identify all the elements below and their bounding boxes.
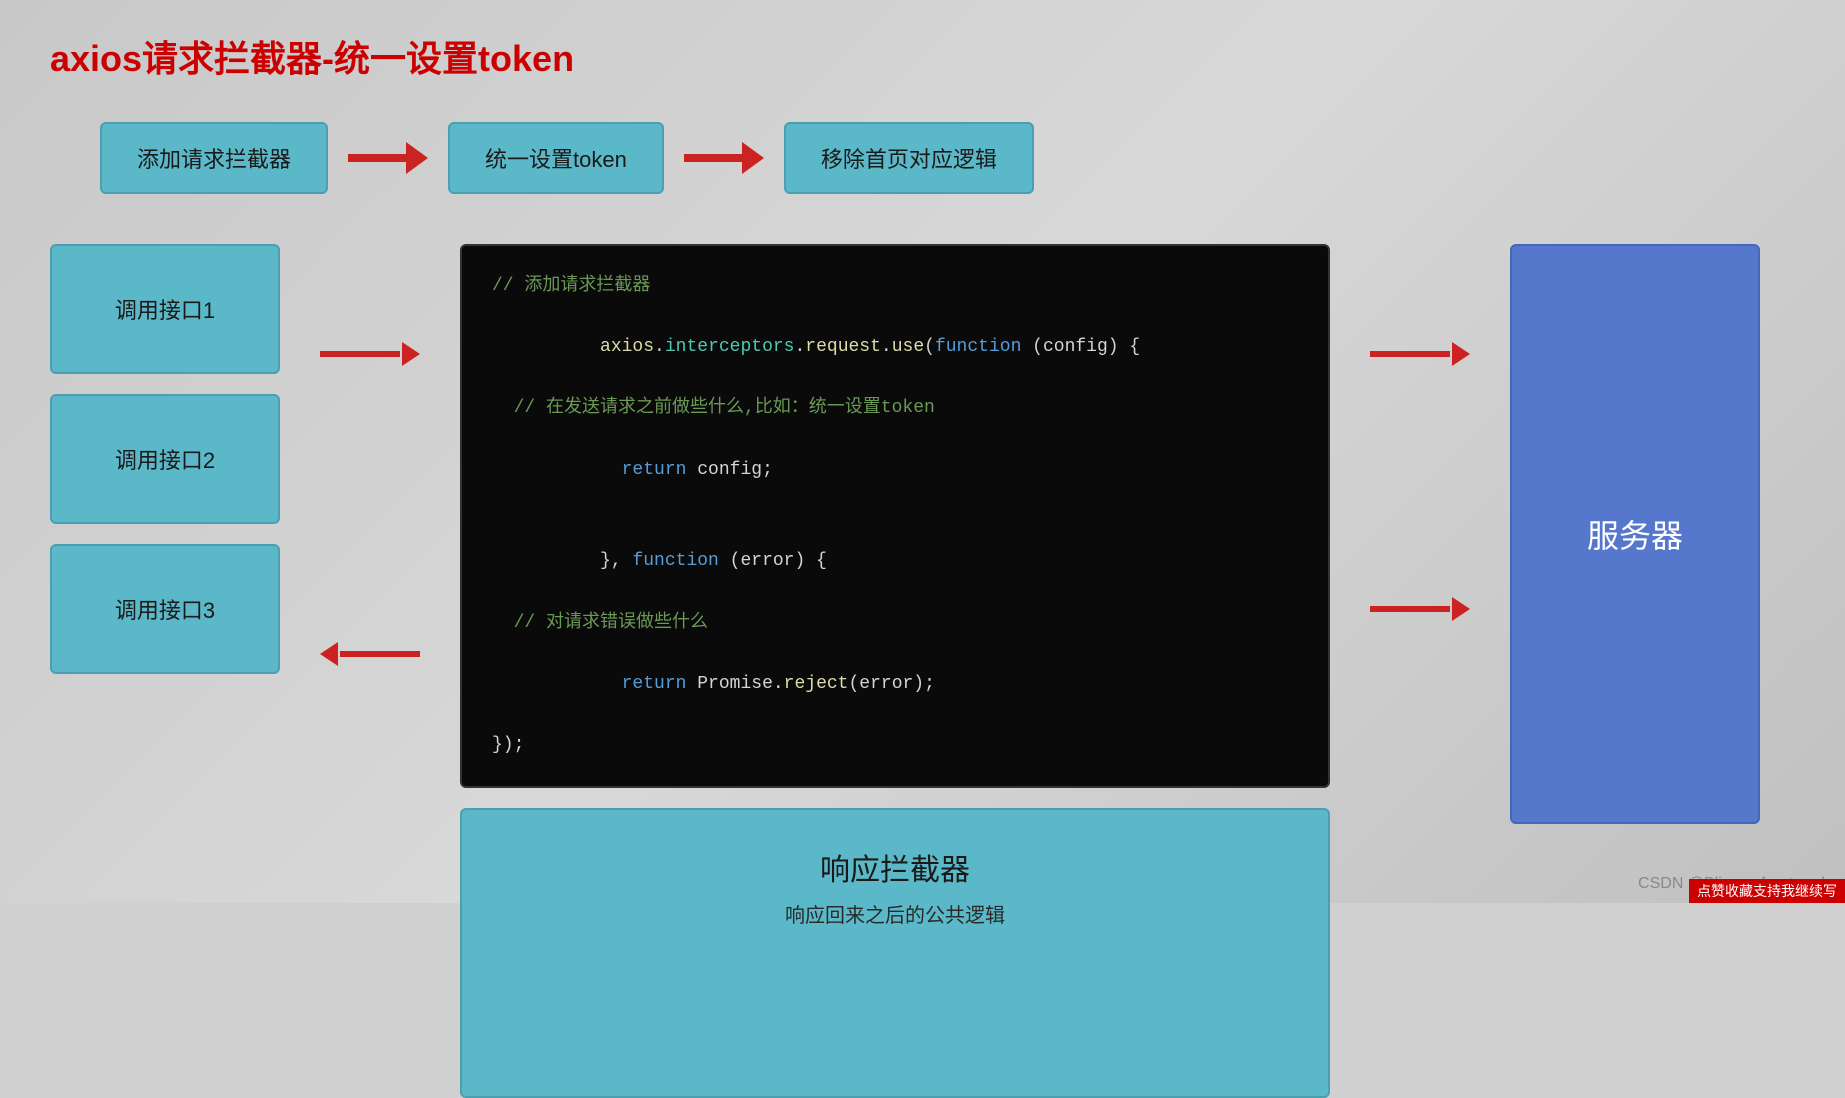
code-interceptors: interceptors <box>665 337 795 357</box>
arrow-server-to-mid <box>1370 599 1470 619</box>
code-line-4: return config; <box>492 424 1298 516</box>
left-mid-arrows <box>320 244 420 719</box>
arrow-from-server <box>1370 464 1470 754</box>
api-box-3: 调用接口3 <box>50 544 280 674</box>
code-config-val: config; <box>686 460 772 480</box>
page-title: axios请求拦截器-统一设置token <box>50 30 1795 82</box>
code-use: use <box>892 337 924 357</box>
code-paren1: ( <box>924 337 935 357</box>
code-config: (config) { <box>1021 337 1140 357</box>
code-close1: }, <box>600 551 622 571</box>
code-dot3: . <box>881 337 892 357</box>
page: axios请求拦截器-统一设置token 添加请求拦截器 统一设置token 移… <box>0 0 1845 903</box>
arrow-container-1 <box>320 289 420 419</box>
arrow-left-to-mid-1 <box>320 344 420 364</box>
code-promise: Promise. <box>686 674 783 694</box>
api-box-2: 调用接口2 <box>50 394 280 524</box>
code-function2: function <box>622 551 719 571</box>
left-column: 调用接口1 调用接口2 调用接口3 <box>50 244 280 674</box>
arrow-mid-to-left-3 <box>320 644 420 664</box>
arrow-mid-to-server <box>1370 344 1470 364</box>
arrow-right-icon-1 <box>348 138 428 178</box>
arrow-container-2 <box>320 439 420 569</box>
code-reject: reject <box>784 674 849 694</box>
flow-arrow-1 <box>348 138 428 178</box>
code-line-6: // 对请求错误做些什么 <box>492 608 1298 639</box>
code-return1: return <box>600 460 686 480</box>
code-line-3: // 在发送请求之前做些什么,比如：统一设置token <box>492 393 1298 424</box>
code-line-1: // 添加请求拦截器 <box>492 271 1298 302</box>
watermark-red: 点赞收藏支持我继续写 <box>1689 879 1845 903</box>
code-error-val: (error); <box>848 674 934 694</box>
api-box-1: 调用接口1 <box>50 244 280 374</box>
code-function1: function <box>935 337 1021 357</box>
response-title: 响应拦截器 <box>820 845 970 889</box>
code-line-8: }); <box>492 730 1298 761</box>
code-line-7: return Promise.reject(error); <box>492 638 1298 730</box>
code-line-2: axios.interceptors.request.use(function … <box>492 302 1298 394</box>
right-column: 服务器 <box>1510 244 1760 824</box>
code-block: // 添加请求拦截器 axios.interceptors.request.us… <box>460 244 1330 788</box>
middle-column: // 添加请求拦截器 axios.interceptors.request.us… <box>460 244 1330 1098</box>
code-axios: axios <box>600 337 654 357</box>
response-box: 响应拦截器 响应回来之后的公共逻辑 <box>460 808 1330 1098</box>
code-return2: return <box>600 674 686 694</box>
flow-box-2: 统一设置token <box>448 122 664 194</box>
code-error-param: (error) { <box>719 551 827 571</box>
arrow-container-3 <box>320 589 420 719</box>
flow-box-3: 移除首页对应逻辑 <box>784 122 1034 194</box>
code-dot1: . <box>654 337 665 357</box>
server-box: 服务器 <box>1510 244 1760 824</box>
code-dot2: . <box>794 337 805 357</box>
code-line-5: }, function (error) { <box>492 516 1298 608</box>
code-request: request <box>805 337 881 357</box>
flow-box-1: 添加请求拦截器 <box>100 122 328 194</box>
arrow-to-server <box>1370 244 1470 464</box>
main-content: 调用接口1 调用接口2 调用接口3 // 添加请求拦截器 axios.inter… <box>50 244 1795 1098</box>
flow-arrow-2 <box>684 138 764 178</box>
top-flow: 添加请求拦截器 统一设置token 移除首页对应逻辑 <box>100 122 1795 194</box>
arrow-right-icon-2 <box>684 138 764 178</box>
right-arrows <box>1370 244 1470 754</box>
